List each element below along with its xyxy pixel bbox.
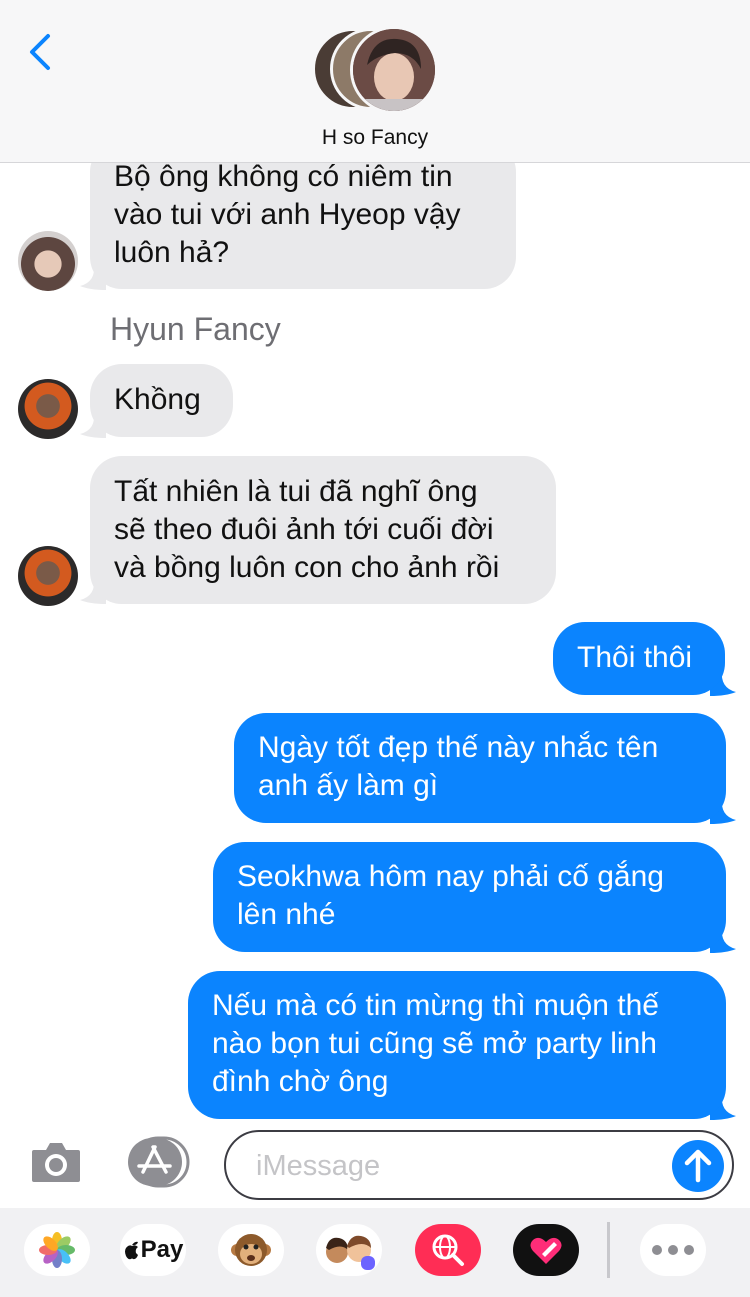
message-bubble-outgoing[interactable]: Ngày tốt đẹp thế này nhắc tên anh ấy làm… [234, 713, 726, 823]
chevron-left-icon [30, 34, 50, 70]
more-icon [652, 1245, 694, 1255]
photos-icon [39, 1232, 75, 1268]
memoji-stickers-button[interactable] [316, 1224, 382, 1276]
back-button[interactable] [24, 30, 58, 74]
message-line: luôn hả? [114, 236, 230, 269]
photos-app-button[interactable] [24, 1224, 90, 1276]
camera-icon [32, 1143, 80, 1182]
message-bubble-outgoing[interactable]: Thôi thôi [553, 622, 725, 695]
message-line: Bộ ông không có niêm tin [114, 160, 453, 193]
apple-pay-label: Pay [140, 1236, 184, 1263]
message-line: Nếu mà có tin mừng thì muộn thế [212, 989, 659, 1022]
message-line: sẽ theo đuôi ảnh tới cuối đời [114, 513, 494, 546]
member-avatar [350, 26, 438, 114]
app-drawer: Pay [0, 1208, 750, 1297]
web-search-button[interactable] [415, 1224, 481, 1276]
message-bubble-incoming[interactable]: Khồng [90, 364, 233, 437]
chat-title[interactable]: H so Fancy [0, 126, 750, 150]
message-field[interactable] [224, 1130, 734, 1200]
camera-button[interactable] [30, 1138, 82, 1186]
message-line: Seokhwa hôm nay phải cố gắng [237, 860, 664, 893]
send-button[interactable] [672, 1140, 724, 1192]
chat-header: H so Fancy [0, 0, 750, 163]
monkey-memoji-icon [231, 1234, 271, 1266]
sender-avatar[interactable] [18, 231, 78, 291]
message-line: Ngày tốt đẹp thế này nhắc tên [258, 731, 659, 764]
digital-touch-button[interactable] [513, 1224, 579, 1276]
group-avatar[interactable] [312, 26, 442, 114]
app-store-button[interactable] [126, 1136, 190, 1188]
arrow-up-icon [684, 1149, 712, 1183]
sender-avatar[interactable] [18, 379, 78, 439]
message-line: Tất nhiên là tui đã nghĩ ông [114, 475, 478, 508]
message-bubble-outgoing[interactable]: Seokhwa hôm nay phải cố gắng lên nhé [213, 842, 726, 952]
composer-row [0, 1120, 750, 1208]
sender-name: Hyun Fancy [110, 311, 281, 347]
message-line: nào bọn tui cũng sẽ mở party linh [212, 1027, 657, 1060]
memoji-stickers-icon [326, 1235, 375, 1270]
message-line: Thôi thôi [577, 641, 693, 674]
message-bubble-outgoing[interactable]: Nếu mà có tin mừng thì muộn thế nào bọn … [188, 971, 726, 1119]
message-input[interactable] [254, 1144, 658, 1188]
animoji-button[interactable] [218, 1224, 284, 1276]
apple-logo-icon [124, 1241, 138, 1260]
message-line: và bồng luôn con cho ảnh rồi [114, 551, 500, 584]
message-line: vào tui với anh Hyeop vậy [114, 198, 461, 231]
message-line: lên nhé [237, 898, 336, 931]
drawer-divider [607, 1222, 610, 1278]
sender-avatar[interactable] [18, 546, 78, 606]
message-line: Khồng [114, 383, 201, 416]
app-store-icon [128, 1136, 190, 1188]
web-search-icon [432, 1234, 464, 1266]
apple-pay-button[interactable]: Pay [120, 1224, 186, 1276]
digital-touch-icon [530, 1237, 562, 1264]
message-line: anh ấy làm gì [258, 769, 439, 802]
more-apps-button[interactable] [640, 1224, 706, 1276]
message-line: đình chờ ông [212, 1065, 389, 1098]
message-bubble-incoming[interactable]: Tất nhiên là tui đã nghĩ ông sẽ theo đuô… [90, 456, 556, 604]
